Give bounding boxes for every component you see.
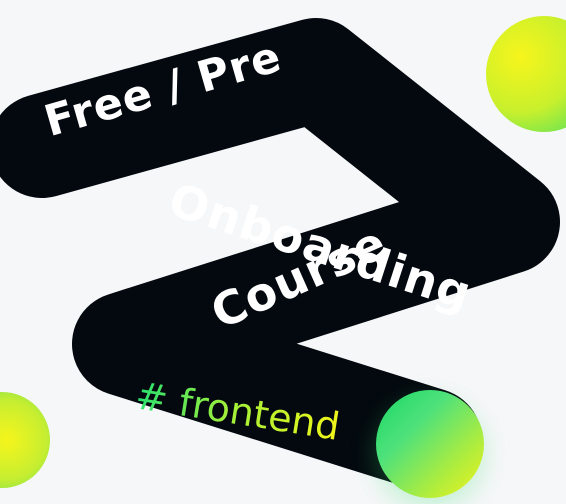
promo-banner: Free / Pre Onboarding Course # frontend	[0, 0, 566, 504]
ribbon-end-gradient-circle	[376, 390, 484, 498]
